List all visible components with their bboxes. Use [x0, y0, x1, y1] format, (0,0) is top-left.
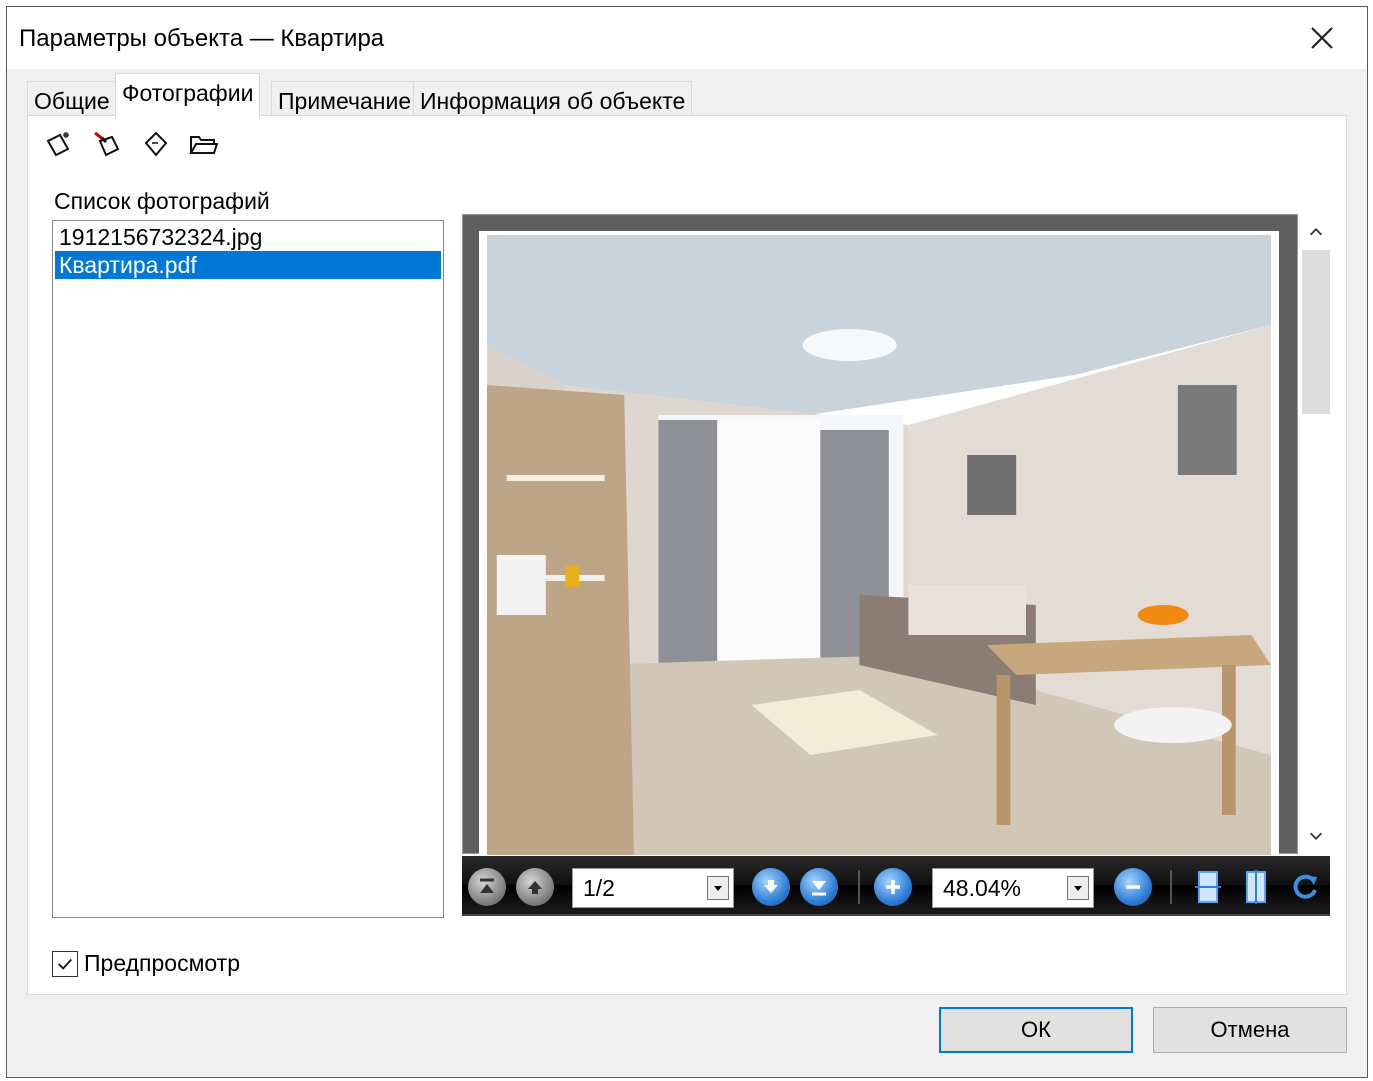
chevron-down-icon	[1309, 832, 1323, 840]
preview-checkbox[interactable]	[52, 950, 78, 977]
remove-photo-button[interactable]	[90, 127, 124, 161]
pdf-preview: 1/2 48.04%	[462, 214, 1342, 918]
open-folder-icon	[189, 136, 218, 154]
title-bar: Параметры объекта — Квартира	[7, 7, 1367, 69]
viewer-scrollbar[interactable]	[1298, 214, 1334, 854]
remove-photo-icon	[94, 131, 120, 157]
zoom-out-button[interactable]	[1114, 868, 1152, 906]
list-item[interactable]: 1912156732324.jpg	[55, 223, 441, 251]
last-page-icon	[812, 881, 826, 896]
rotate-button[interactable]	[1288, 866, 1324, 908]
pdf-viewer-canvas[interactable]	[462, 214, 1298, 855]
checkmark-icon	[58, 958, 72, 970]
zoom-value: 48.04%	[943, 875, 1022, 901]
close-icon	[1311, 27, 1333, 49]
page-number-value: 1/2	[583, 875, 615, 901]
rotate-icon	[1293, 874, 1317, 899]
ok-button[interactable]: ОК	[939, 1007, 1133, 1053]
tab-photos[interactable]: Фотографии	[115, 73, 261, 119]
last-page-button[interactable]	[800, 868, 838, 906]
photo-list[interactable]: 1912156732324.jpg Квартира.pdf	[52, 220, 444, 918]
list-item-selected[interactable]: Квартира.pdf	[55, 251, 441, 279]
photo-list-label: Список фотографий	[54, 188, 270, 214]
next-page-button[interactable]	[752, 868, 790, 906]
apartment-photo	[487, 235, 1271, 855]
scroll-thumb[interactable]	[1302, 250, 1330, 414]
zoom-out-icon	[1126, 885, 1140, 889]
preview-checkbox-label: Предпросмотр	[84, 950, 240, 976]
fit-page-button[interactable]	[1238, 866, 1274, 908]
previous-page-button[interactable]	[516, 868, 554, 906]
arrow-down-icon	[764, 880, 778, 893]
edit-photo-icon	[144, 131, 168, 157]
tab-note[interactable]: Примечание	[271, 81, 419, 117]
dropdown-arrow-icon	[714, 886, 722, 891]
pdf-toolbar: 1/2 48.04%	[462, 856, 1330, 916]
zoom-combo[interactable]: 48.04%	[932, 868, 1094, 908]
photo-toolbar	[42, 124, 220, 164]
zoom-in-icon	[886, 880, 900, 894]
add-photo-button[interactable]	[42, 127, 76, 161]
dropdown-arrow-icon	[1074, 886, 1082, 891]
page-dropdown-button[interactable]	[707, 876, 729, 900]
tab-object-info[interactable]: Информация об объекте	[413, 81, 693, 117]
preview-checkbox-row[interactable]: Предпросмотр	[52, 950, 240, 977]
pdf-page	[479, 231, 1279, 855]
close-button[interactable]	[1277, 7, 1367, 69]
new-photo-icon	[46, 132, 70, 157]
zoom-dropdown-button[interactable]	[1067, 876, 1089, 900]
photos-tab-panel: Список фотографий 1912156732324.jpg Квар…	[27, 115, 1347, 995]
first-page-icon	[480, 878, 494, 893]
scroll-down-button[interactable]	[1304, 824, 1328, 848]
fit-page-icon	[1246, 870, 1266, 904]
arrow-up-icon	[528, 881, 542, 894]
object-parameters-dialog: Параметры объекта — Квартира Общие Фотог…	[6, 6, 1368, 1078]
toolbar-separator	[858, 870, 860, 904]
toolbar-separator	[1170, 870, 1172, 904]
zoom-in-button[interactable]	[874, 868, 912, 906]
chevron-up-icon	[1309, 228, 1323, 236]
edit-photo-button[interactable]	[138, 127, 172, 161]
fit-width-icon	[1195, 871, 1221, 903]
tab-general[interactable]: Общие	[27, 81, 117, 117]
open-folder-button[interactable]	[186, 127, 220, 161]
first-page-button[interactable]	[468, 868, 506, 906]
window-title: Параметры объекта — Квартира	[19, 25, 385, 52]
page-number-combo[interactable]: 1/2	[572, 868, 734, 908]
cancel-button[interactable]: Отмена	[1153, 1007, 1347, 1053]
fit-width-button[interactable]	[1190, 866, 1226, 908]
scroll-up-button[interactable]	[1304, 220, 1328, 244]
